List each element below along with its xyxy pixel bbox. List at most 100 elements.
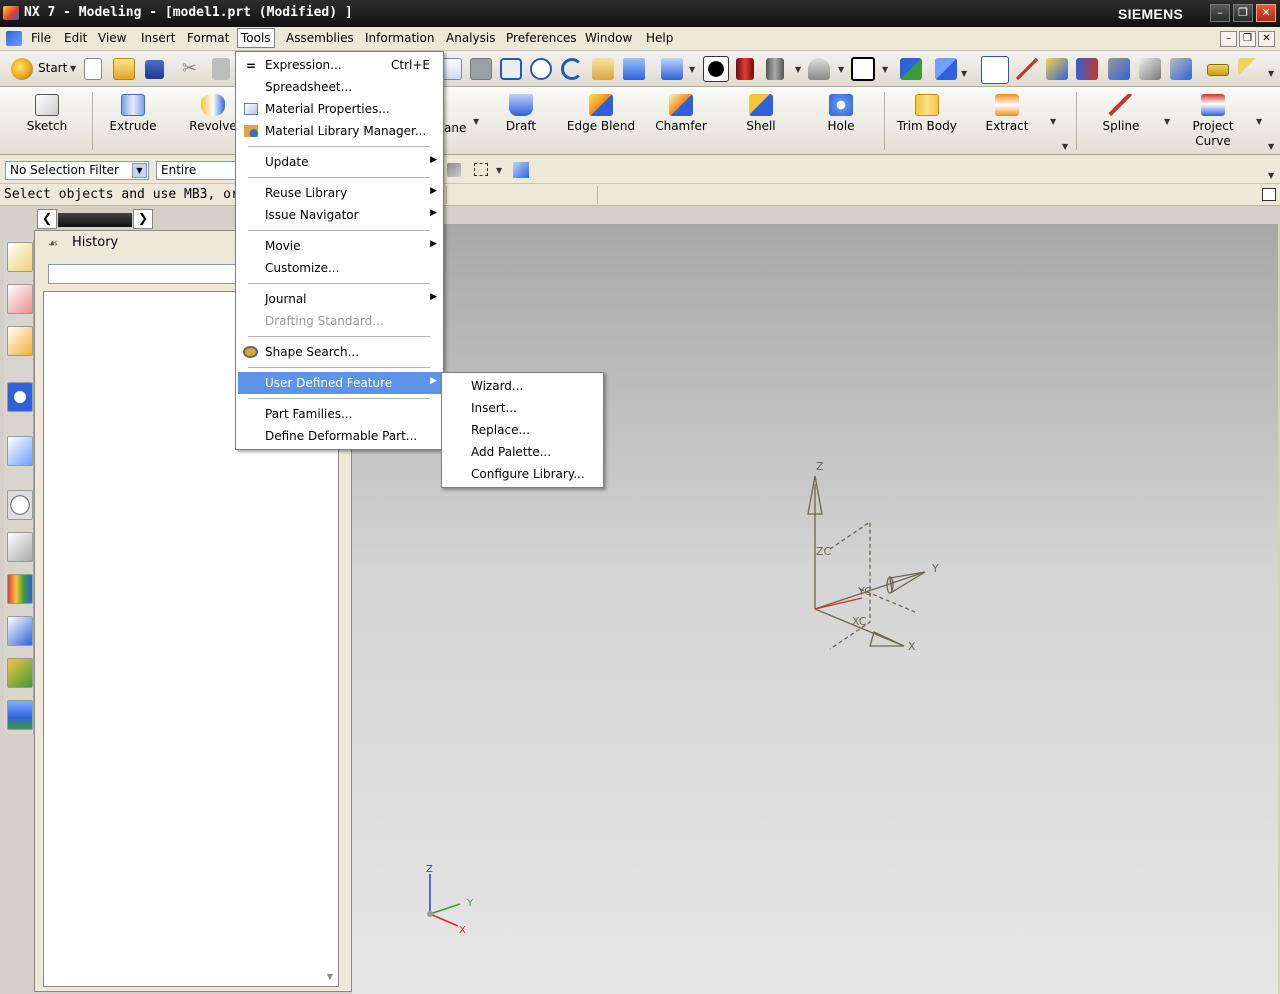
- background-dropdown-icon[interactable]: ▼: [882, 65, 888, 74]
- curve-dropdown-icon[interactable]: ▼: [1256, 117, 1262, 126]
- edge-blend-button[interactable]: Edge Blend: [562, 90, 640, 152]
- rectangle-select-icon[interactable]: [474, 163, 488, 176]
- save-icon[interactable]: [145, 60, 164, 79]
- cut-icon[interactable]: ✂: [182, 58, 204, 80]
- menu-item-update[interactable]: Update ▶: [238, 151, 441, 173]
- zoom-icon[interactable]: [500, 58, 522, 80]
- reuse-library-icon[interactable]: [7, 382, 33, 412]
- extract-button[interactable]: Extract: [968, 90, 1046, 152]
- scrollbar-down-button[interactable]: ▼: [324, 972, 336, 984]
- menu-item-customize[interactable]: Customize...: [238, 257, 441, 279]
- process-studio-icon[interactable]: [7, 574, 33, 604]
- clip-section-icon[interactable]: [808, 58, 830, 80]
- menu-analysis[interactable]: Analysis: [444, 31, 497, 45]
- system-materials-icon[interactable]: [7, 532, 33, 562]
- spline-button[interactable]: Spline: [1082, 90, 1160, 152]
- shaded-icon[interactable]: [736, 58, 754, 80]
- menu-item-issue-navigator[interactable]: Issue Navigator ▶: [238, 204, 441, 226]
- system-scenes-icon[interactable]: [7, 700, 33, 730]
- rotate-icon[interactable]: [561, 58, 583, 80]
- shell-button[interactable]: Shell: [722, 90, 800, 152]
- menu-item-reuse-library[interactable]: Reuse Library ▶: [238, 182, 441, 204]
- datum-plane-dropdown-icon[interactable]: ▼: [473, 117, 479, 126]
- start-icon[interactable]: [11, 58, 33, 80]
- menu-item-material-library-manager[interactable]: Material Library Manager...: [238, 120, 441, 142]
- measure-dropdown-icon[interactable]: ▼: [1268, 69, 1274, 78]
- measure-distance-icon[interactable]: [1207, 64, 1229, 76]
- wcs-csys[interactable]: Z Y X ZC YC XC: [782, 454, 982, 654]
- clip-dropdown-icon[interactable]: ▼: [838, 65, 844, 74]
- extract-dropdown-icon[interactable]: ▼: [1050, 117, 1056, 126]
- perspective-icon[interactable]: [623, 58, 645, 80]
- assembly-navigator-icon[interactable]: [7, 242, 33, 272]
- open-folder-icon[interactable]: [113, 58, 135, 80]
- menu-item-user-defined-feature[interactable]: User Defined Feature ▶: [238, 372, 441, 394]
- minimize-button[interactable]: –: [1210, 4, 1230, 22]
- select-method-dropdown-icon[interactable]: ▼: [496, 166, 502, 175]
- menu-format[interactable]: Format: [185, 31, 231, 45]
- hidden-edges-icon[interactable]: [766, 58, 784, 80]
- zoom-window-icon[interactable]: [470, 58, 492, 80]
- start-button-label[interactable]: Start: [38, 61, 67, 75]
- measure-angle-icon[interactable]: [1238, 58, 1260, 80]
- toolbar-options-icon[interactable]: ▼: [1268, 171, 1274, 180]
- udf-item-replace[interactable]: Replace...: [444, 419, 601, 441]
- zoom-in-out-icon[interactable]: [530, 58, 552, 80]
- manufacturing-wizards-icon[interactable]: [7, 616, 33, 646]
- tab-scroll-right-button[interactable]: ❯: [133, 209, 153, 229]
- select-curve-icon[interactable]: [1016, 58, 1038, 80]
- web-browser-icon[interactable]: [7, 436, 33, 466]
- copy-icon[interactable]: [212, 58, 230, 80]
- part-navigator-icon[interactable]: [7, 326, 33, 356]
- hole-button[interactable]: Hole: [802, 90, 880, 152]
- udf-item-configure-library[interactable]: Configure Library...: [444, 463, 601, 485]
- start-dropdown-icon[interactable]: ▼: [70, 64, 76, 73]
- menu-preferences[interactable]: Preferences: [504, 31, 579, 45]
- menu-edit[interactable]: Edit: [62, 31, 89, 45]
- app-menu-icon[interactable]: [6, 31, 22, 46]
- select-arrow-icon[interactable]: [1139, 58, 1161, 80]
- render-style-icon[interactable]: [703, 56, 729, 82]
- extrude-button[interactable]: Extrude: [94, 90, 172, 152]
- tab-scroll-left-button[interactable]: ❮: [37, 209, 57, 229]
- sketch-button[interactable]: Sketch: [8, 90, 86, 152]
- csys-icon[interactable]: [935, 58, 957, 80]
- history-icon[interactable]: [7, 490, 33, 520]
- menu-item-define-deformable-part[interactable]: Define Deformable Part...: [238, 425, 441, 447]
- fullscreen-icon[interactable]: [1262, 188, 1276, 201]
- chevron-down-icon[interactable]: ▼: [132, 163, 147, 178]
- menu-item-material-properties[interactable]: Material Properties...: [238, 98, 441, 120]
- select-face-icon[interactable]: [1046, 58, 1068, 80]
- datum-plane-label[interactable]: ane: [444, 121, 466, 135]
- menu-assemblies[interactable]: Assemblies: [284, 31, 356, 45]
- udf-item-add-palette[interactable]: Add Palette...: [444, 441, 601, 463]
- close-button[interactable]: ✕: [1256, 4, 1276, 22]
- spline-dropdown-icon[interactable]: ▼: [1164, 117, 1170, 126]
- constraint-navigator-icon[interactable]: [7, 284, 33, 314]
- select-feature-icon[interactable]: [1076, 58, 1098, 80]
- background-color-icon[interactable]: [851, 57, 875, 81]
- feature-toolbar-overflow-icon[interactable]: ▼: [1062, 142, 1068, 151]
- menu-information[interactable]: Information: [363, 31, 436, 45]
- menu-item-part-families[interactable]: Part Families...: [238, 403, 441, 425]
- orient-view-icon[interactable]: [661, 58, 683, 80]
- restore-button[interactable]: ❐: [1233, 4, 1253, 22]
- udf-item-wizard[interactable]: Wizard...: [444, 375, 601, 397]
- select-multi-icon[interactable]: [1170, 58, 1192, 80]
- graphics-window[interactable]: Z Y X ZC YC XC Z Y X: [352, 224, 1278, 994]
- doc-close-button[interactable]: ✕: [1258, 31, 1275, 47]
- menu-item-journal[interactable]: Journal ▶: [238, 288, 441, 310]
- csys-dropdown-icon[interactable]: ▼: [961, 69, 967, 78]
- menu-item-shape-search[interactable]: Shape Search...: [238, 341, 441, 363]
- snap-point-icon[interactable]: [981, 56, 1009, 84]
- roles-icon[interactable]: [7, 658, 33, 688]
- menu-window[interactable]: Window: [583, 31, 634, 45]
- new-file-icon[interactable]: [84, 58, 102, 80]
- nx-logo-icon[interactable]: [3, 6, 19, 20]
- udf-item-insert[interactable]: Insert...: [444, 397, 601, 419]
- menu-item-movie[interactable]: Movie ▶: [238, 235, 441, 257]
- curve-toolbar-overflow-icon[interactable]: ▼: [1268, 142, 1274, 151]
- scope-dropdown[interactable]: Entire Assem: [156, 161, 242, 180]
- menu-item-spreadsheet[interactable]: Spreadsheet...: [238, 76, 441, 98]
- wcs-icon[interactable]: [900, 58, 922, 80]
